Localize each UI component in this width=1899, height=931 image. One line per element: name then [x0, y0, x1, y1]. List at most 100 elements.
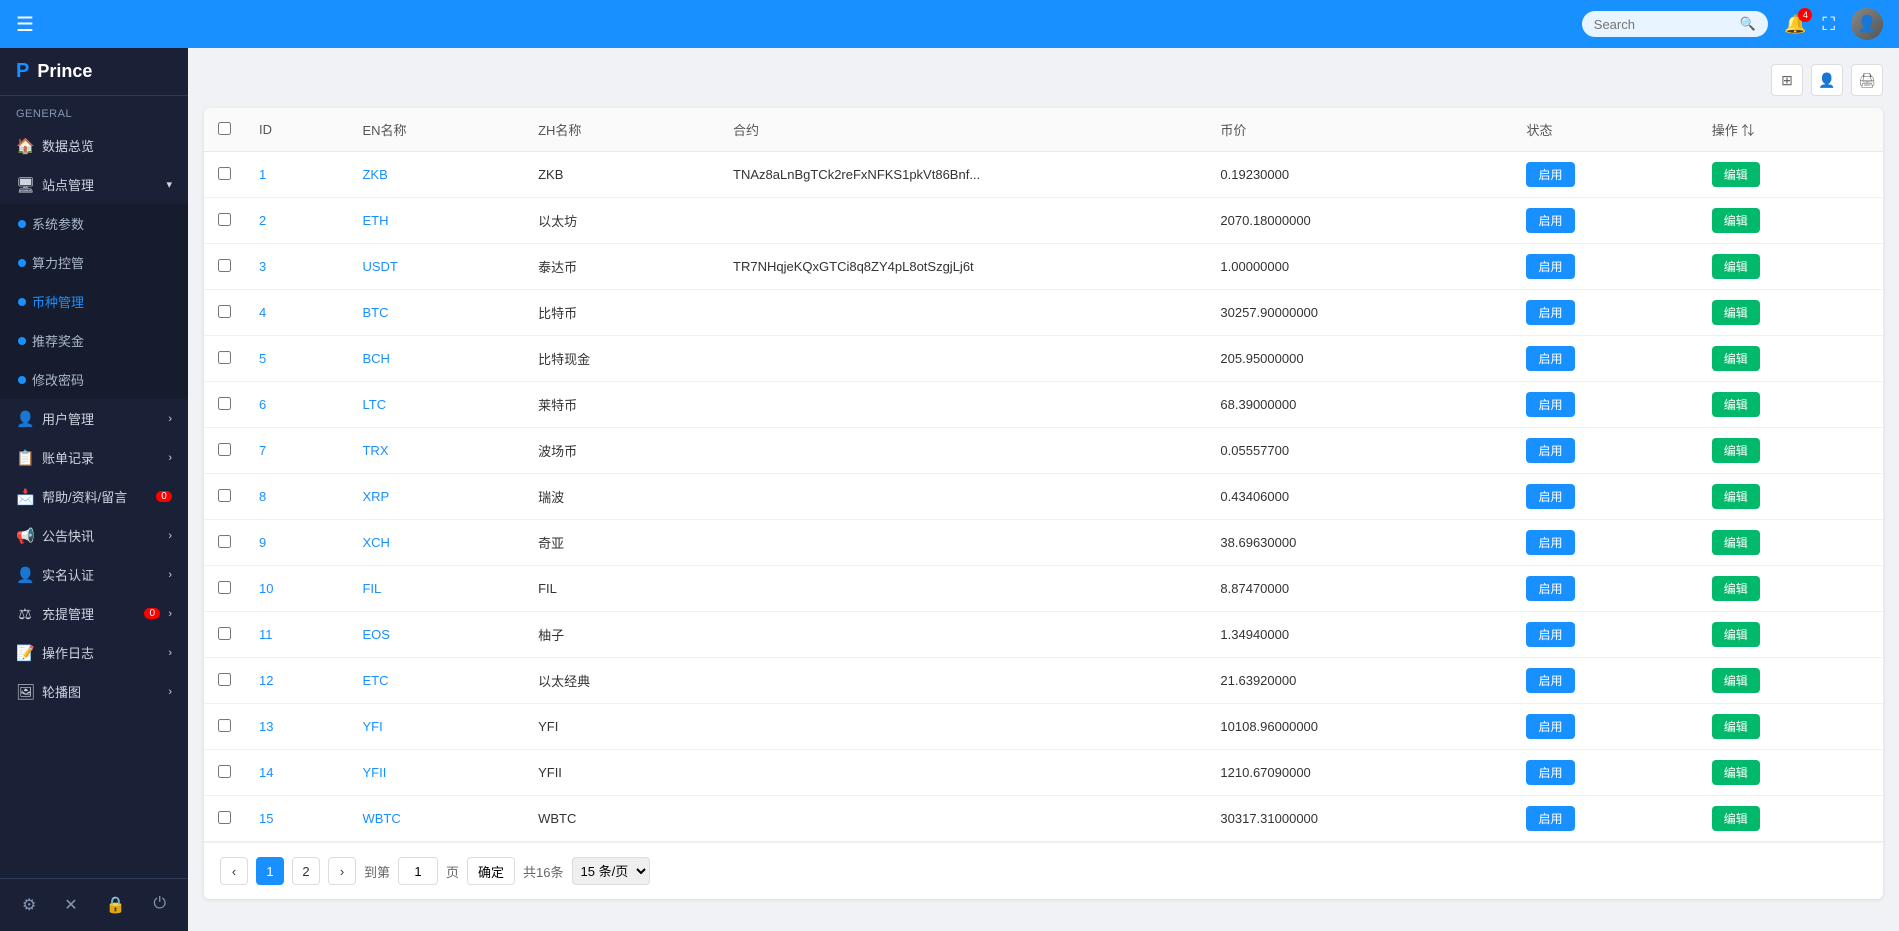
edit-button[interactable]: 编辑	[1712, 162, 1760, 187]
edit-button[interactable]: 编辑	[1712, 668, 1760, 693]
table-row: 6 LTC 莱特币 68.39000000 启用 编辑	[204, 382, 1883, 428]
row-select-checkbox[interactable]	[218, 581, 231, 594]
sidebar-item-account-records[interactable]: 📋 账单记录 ›	[0, 438, 188, 477]
sidebar-item-carousel[interactable]: 🖼 轮播图 ›	[0, 672, 188, 711]
row-select-checkbox[interactable]	[218, 397, 231, 410]
status-button[interactable]: 启用	[1526, 806, 1574, 831]
row-status: 启用	[1512, 704, 1697, 750]
settings-icon[interactable]: ⚙	[14, 891, 44, 919]
status-button[interactable]: 启用	[1526, 668, 1574, 693]
edit-button[interactable]: 编辑	[1712, 760, 1760, 785]
edit-button[interactable]: 编辑	[1712, 438, 1760, 463]
edit-button[interactable]: 编辑	[1712, 622, 1760, 647]
sidebar-item-dashboard[interactable]: 🏠 数据总览	[0, 126, 188, 165]
row-select-checkbox[interactable]	[218, 213, 231, 226]
row-select-checkbox[interactable]	[218, 489, 231, 502]
row-select-checkbox[interactable]	[218, 535, 231, 548]
edit-button[interactable]: 编辑	[1712, 530, 1760, 555]
row-select-checkbox[interactable]	[218, 673, 231, 686]
sidebar: P Prince GENERAL 🏠 数据总览 🖥 站点管理 ▾ 系统参数 算力…	[0, 48, 188, 931]
prev-page-button[interactable]: ‹	[220, 857, 248, 885]
row-select-checkbox[interactable]	[218, 627, 231, 640]
avatar[interactable]: 👤	[1851, 8, 1883, 40]
edit-button[interactable]: 编辑	[1712, 714, 1760, 739]
grid-view-button[interactable]: ⊞	[1771, 64, 1803, 96]
row-price: 2070.18000000	[1206, 198, 1512, 244]
hamburger-icon[interactable]: ☰	[16, 12, 34, 37]
row-zh: YFI	[524, 704, 719, 750]
status-button[interactable]: 启用	[1526, 438, 1574, 463]
sidebar-item-real-name-auth[interactable]: 👤 实名认证 ›	[0, 555, 188, 594]
chevron-down-icon: ▾	[166, 178, 172, 191]
table-toolbar: ⊞ 👤 🖨	[204, 64, 1883, 96]
row-select-checkbox[interactable]	[218, 443, 231, 456]
status-button[interactable]: 启用	[1526, 576, 1574, 601]
sidebar-item-operation-log[interactable]: 📝 操作日志 ›	[0, 633, 188, 672]
sidebar-item-referral-bonus[interactable]: 推荐奖金	[0, 321, 188, 360]
person-view-button[interactable]: 👤	[1811, 64, 1843, 96]
row-id: 10	[245, 566, 348, 612]
row-checkbox	[204, 658, 245, 704]
status-button[interactable]: 启用	[1526, 760, 1574, 785]
status-button[interactable]: 启用	[1526, 484, 1574, 509]
edit-button[interactable]: 编辑	[1712, 300, 1760, 325]
notification-icon[interactable]: 🔔 4	[1784, 14, 1806, 35]
search-input[interactable]	[1594, 17, 1734, 32]
row-id: 12	[245, 658, 348, 704]
edit-button[interactable]: 编辑	[1712, 208, 1760, 233]
goto-page-input[interactable]	[398, 857, 438, 885]
edit-button[interactable]: 编辑	[1712, 576, 1760, 601]
row-select-checkbox[interactable]	[218, 305, 231, 318]
row-select-checkbox[interactable]	[218, 167, 231, 180]
row-select-checkbox[interactable]	[218, 765, 231, 778]
row-select-checkbox[interactable]	[218, 811, 231, 824]
power-icon[interactable]: ⏻	[145, 891, 174, 919]
status-button[interactable]: 启用	[1526, 714, 1574, 739]
sidebar-item-user-management[interactable]: 👤 用户管理 ›	[0, 399, 188, 438]
row-en: ETH	[348, 198, 524, 244]
row-en: XRP	[348, 474, 524, 520]
status-button[interactable]: 启用	[1526, 162, 1574, 187]
status-button[interactable]: 启用	[1526, 622, 1574, 647]
status-button[interactable]: 启用	[1526, 530, 1574, 555]
row-id: 2	[245, 198, 348, 244]
row-select-checkbox[interactable]	[218, 259, 231, 272]
row-zh: 瑞波	[524, 474, 719, 520]
search-icon[interactable]: 🔍	[1740, 16, 1756, 32]
status-button[interactable]: 启用	[1526, 254, 1574, 279]
select-all-checkbox[interactable]	[218, 122, 231, 135]
search-box: 🔍	[1582, 11, 1768, 37]
sidebar-item-mining-control[interactable]: 算力控管	[0, 243, 188, 282]
close-icon[interactable]: ✕	[56, 891, 85, 919]
row-en: FIL	[348, 566, 524, 612]
page-1-button[interactable]: 1	[256, 857, 284, 885]
sidebar-item-announcements[interactable]: 📢 公告快讯 ›	[0, 516, 188, 555]
status-button[interactable]: 启用	[1526, 208, 1574, 233]
per-page-select[interactable]: 15 条/页 20 条/页 50 条/页	[572, 857, 650, 885]
status-button[interactable]: 启用	[1526, 392, 1574, 417]
sidebar-item-change-password[interactable]: 修改密码	[0, 360, 188, 399]
row-contract: TR7NHqjeKQxGTCi8q8ZY4pL8otSzgjLj6t	[719, 244, 1206, 290]
sidebar-item-system-params[interactable]: 系统参数	[0, 204, 188, 243]
row-id: 6	[245, 382, 348, 428]
edit-button[interactable]: 编辑	[1712, 484, 1760, 509]
page-2-button[interactable]: 2	[292, 857, 320, 885]
edit-button[interactable]: 编辑	[1712, 254, 1760, 279]
status-button[interactable]: 启用	[1526, 300, 1574, 325]
row-select-checkbox[interactable]	[218, 719, 231, 732]
edit-button[interactable]: 编辑	[1712, 806, 1760, 831]
sidebar-item-help-messages[interactable]: 📩 帮助/资料/留言 0	[0, 477, 188, 516]
edit-button[interactable]: 编辑	[1712, 346, 1760, 371]
next-page-button[interactable]: ›	[328, 857, 356, 885]
expand-icon[interactable]: ⛶	[1822, 14, 1835, 35]
table-row: 13 YFI YFI 10108.96000000 启用 编辑	[204, 704, 1883, 750]
row-select-checkbox[interactable]	[218, 351, 231, 364]
sidebar-item-site-management[interactable]: 🖥 站点管理 ▾	[0, 165, 188, 204]
sidebar-item-currency-management[interactable]: 币种管理	[0, 282, 188, 321]
goto-confirm-button[interactable]: 确定	[467, 857, 515, 885]
edit-button[interactable]: 编辑	[1712, 392, 1760, 417]
status-button[interactable]: 启用	[1526, 346, 1574, 371]
print-button[interactable]: 🖨	[1851, 64, 1883, 96]
lock-icon[interactable]: 🔒	[98, 891, 134, 919]
sidebar-item-deposit-management[interactable]: ⚖ 充提管理 0 ›	[0, 594, 188, 633]
